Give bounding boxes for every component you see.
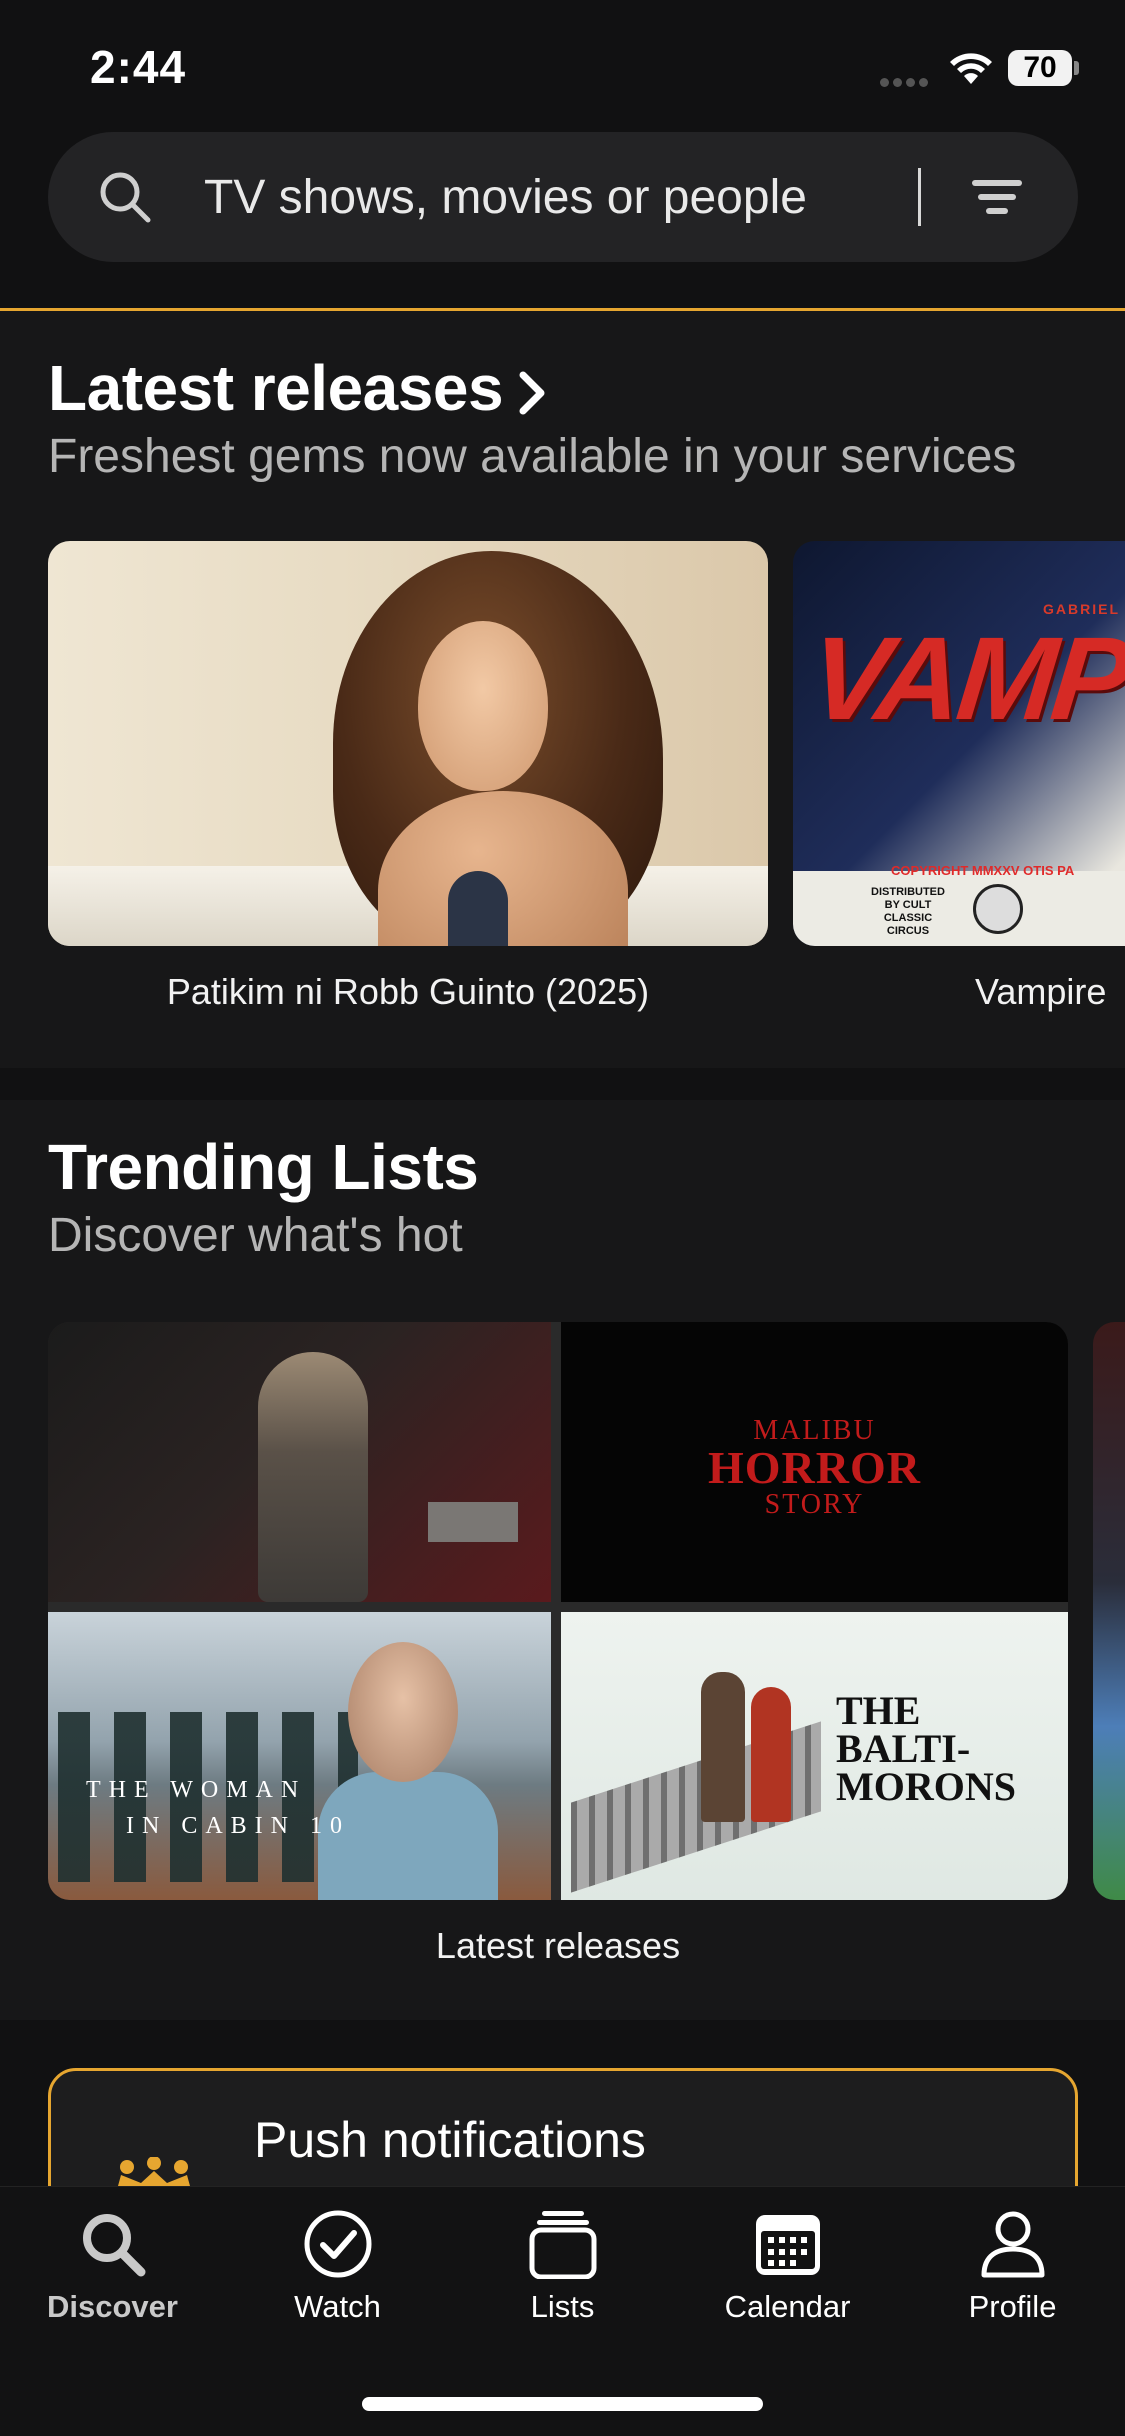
list-poster <box>48 1322 551 1602</box>
poster-text: STORY <box>764 1489 865 1520</box>
person-icon <box>981 2211 1044 2278</box>
release-card[interactable] <box>48 541 768 946</box>
search-icon <box>82 2214 145 2277</box>
trending-lists-section: Trending Lists Discover what's hot MALIB… <box>0 1100 1125 2020</box>
poster-title: VAMPIR <box>804 613 1125 745</box>
tab-label: Profile <box>968 2289 1057 2324</box>
poster-text: MORONS <box>836 1764 1016 1809</box>
tab-watch[interactable]: Watch <box>225 2209 450 2349</box>
section-title: Latest releases <box>48 352 504 424</box>
poster-distributor: DISTRIBUTED BY CULT CLASSIC CIRCUS <box>871 886 945 937</box>
chevron-right-icon <box>519 371 545 415</box>
home-indicator[interactable] <box>362 2397 763 2411</box>
section-title: Trending Lists <box>48 1131 479 1203</box>
poster-text: IN CABIN 10 <box>126 1813 350 1839</box>
filter-icon[interactable] <box>970 170 1024 224</box>
seal-logo <box>973 884 1023 934</box>
list-caption: Latest releases <box>435 1925 681 1966</box>
section-subtitle: Freshest gems now available in your serv… <box>48 430 1017 483</box>
battery-level: 70 <box>1008 50 1072 86</box>
poster-text: THE WOMAN <box>86 1777 307 1803</box>
trending-list-card[interactable]: MALIBU HORROR STORY THE WOMAN IN CABIN 1… <box>48 1322 1068 1900</box>
poster-text: THE <box>836 1688 921 1733</box>
search-bar[interactable] <box>48 132 1078 262</box>
app-screen: 2:44 70 Latest releases Freshest <box>0 0 1125 2436</box>
trending-list-card[interactable] <box>1093 1322 1125 1900</box>
tab-label: Watch <box>294 2289 381 2324</box>
tab-profile[interactable]: Profile <box>900 2209 1125 2349</box>
tab-discover[interactable]: Discover <box>0 2209 225 2349</box>
poster-text: MALIBU <box>753 1415 876 1446</box>
battery-icon: 70 <box>1008 50 1079 86</box>
tab-calendar[interactable]: Calendar <box>675 2209 900 2349</box>
release-card[interactable]: GABRIEL D VAMPIR COPYRIGHT MMXXV OTIS PA… <box>793 541 1125 946</box>
status-bar: 2:44 70 <box>0 0 1125 135</box>
list-poster: THE WOMAN IN CABIN 10 <box>48 1612 551 1900</box>
tab-label: Lists <box>530 2289 595 2324</box>
calendar-icon <box>755 2215 820 2275</box>
poster-copyright: COPYRIGHT MMXXV OTIS PA <box>891 863 1075 878</box>
push-title: Push notifications <box>254 2112 646 2168</box>
latest-releases-header[interactable]: Latest releases <box>48 351 547 425</box>
poster-text: BALTI- <box>836 1726 971 1771</box>
list-poster: MALIBU HORROR STORY <box>561 1322 1068 1602</box>
status-time: 2:44 <box>90 41 187 93</box>
release-caption: Patikim ni Robb Guinto (2025) <box>166 971 650 1012</box>
section-subtitle: Discover what's hot <box>48 1209 463 1262</box>
check-circle-icon <box>304 2210 371 2278</box>
search-input[interactable] <box>204 132 924 262</box>
stack-icon <box>529 2211 596 2279</box>
search-icon <box>100 172 151 223</box>
latest-releases-section: Latest releases Freshest gems now availa… <box>0 311 1125 1068</box>
wifi-icon <box>950 53 992 84</box>
list-poster: THE BALTI- MORONS <box>561 1612 1068 1900</box>
tab-lists[interactable]: Lists <box>450 2209 675 2349</box>
signal-icon <box>880 74 934 87</box>
tab-label: Calendar <box>724 2289 851 2324</box>
release-caption: Vampire <box>975 971 1107 1012</box>
tab-label: Discover <box>47 2289 178 2324</box>
search-divider <box>918 168 921 226</box>
poster-text: HORROR <box>708 1442 921 1493</box>
